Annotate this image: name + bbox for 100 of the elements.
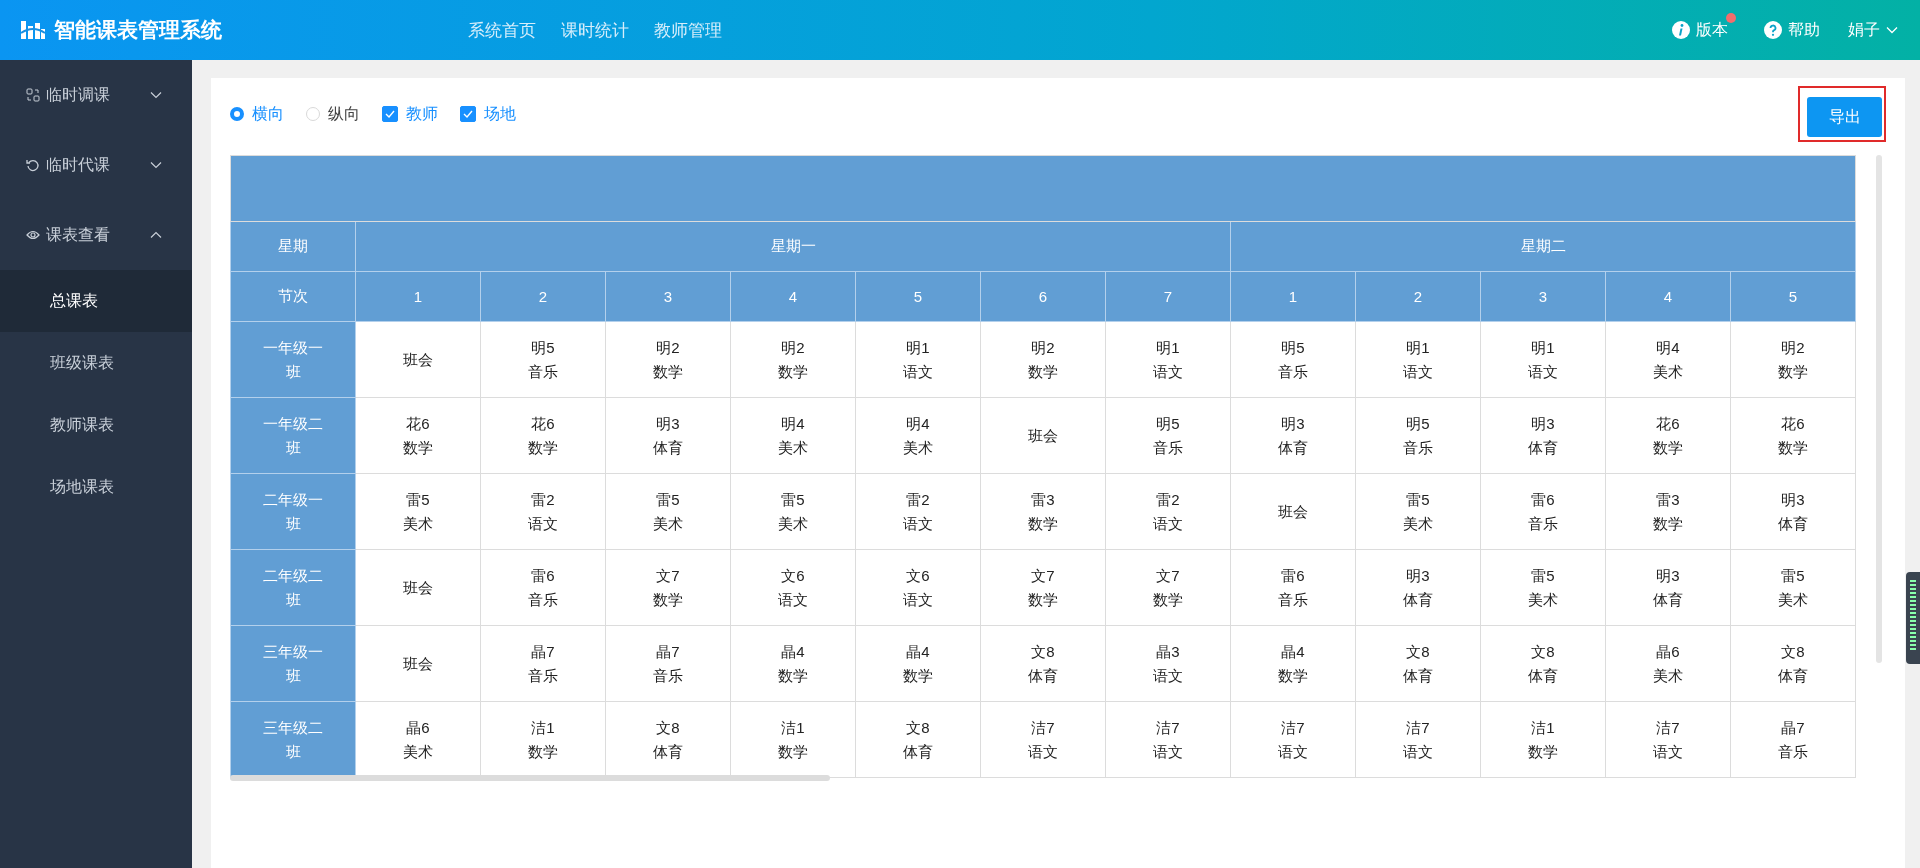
table-cell: 明2 数学	[980, 321, 1106, 398]
table-cell: 雷3 数学	[980, 473, 1106, 550]
sidebar-item[interactable]: 临时调课	[0, 60, 192, 130]
period-header: 1	[1230, 271, 1356, 322]
table-cell: 晶3 语文	[1105, 625, 1231, 702]
table-cell: 明3 体育	[1605, 549, 1731, 626]
checkbox[interactable]	[382, 106, 398, 122]
checkmark-icon	[463, 110, 473, 118]
chevron-down-icon	[150, 161, 162, 169]
vertical-scrollbar[interactable]	[1876, 155, 1882, 663]
table-cell: 花6 数学	[1605, 397, 1731, 474]
app-title: 智能课表管理系统	[54, 17, 222, 43]
table-cell: 洁7 语文	[1230, 701, 1356, 778]
table-cell: 文6 语文	[855, 549, 981, 626]
table-cell: 明2 数学	[730, 321, 856, 398]
table-cell: 雷2 语文	[855, 473, 981, 550]
table-cell: 雷5 美术	[1730, 549, 1856, 626]
table-cell: 文7 数学	[1105, 549, 1231, 626]
table-cell: 文8 体育	[855, 701, 981, 778]
period-header: 7	[1105, 271, 1231, 322]
swap-icon	[26, 88, 40, 102]
table-cell: 晶4 数学	[730, 625, 856, 702]
table-cell: 明3 体育	[605, 397, 731, 474]
table-cell: 班会	[355, 549, 481, 626]
period-header: 6	[980, 271, 1106, 322]
radio-button[interactable]	[230, 107, 244, 121]
table-cell: 雷5 美术	[605, 473, 731, 550]
checkbox-option[interactable]: 教师	[382, 103, 438, 125]
table-cell: 文8 体育	[1355, 625, 1481, 702]
sidebar-subitem[interactable]: 教师课表	[0, 394, 192, 456]
period-header: 3	[1480, 271, 1606, 322]
class-name-cell: 三年级一班	[230, 625, 356, 702]
info-icon	[1672, 21, 1690, 39]
table-cell: 文6 语文	[730, 549, 856, 626]
period-header: 1	[355, 271, 481, 322]
period-header: 4	[1605, 271, 1731, 322]
table-cell: 文8 体育	[980, 625, 1106, 702]
table-cell: 洁7 语文	[980, 701, 1106, 778]
horizontal-scrollbar[interactable]	[230, 775, 830, 781]
table-cell: 洁7 语文	[1355, 701, 1481, 778]
period-header: 3	[605, 271, 731, 322]
table-cell: 雷6 音乐	[1480, 473, 1606, 550]
table-cell: 明4 美术	[1605, 321, 1731, 398]
level-meter-widget[interactable]	[1906, 572, 1920, 664]
table-cell: 文7 数学	[605, 549, 731, 626]
table-cell: 晶4 数学	[1230, 625, 1356, 702]
table-cell: 明5 音乐	[1105, 397, 1231, 474]
table-cell: 明5 音乐	[1355, 397, 1481, 474]
table-cell: 班会	[355, 625, 481, 702]
sidebar-item[interactable]: 临时代课	[0, 130, 192, 200]
chevron-down-icon	[150, 91, 162, 99]
table-cell: 雷6 音乐	[1230, 549, 1356, 626]
table-cell: 花6 数学	[1730, 397, 1856, 474]
nav-link[interactable]: 课时统计	[561, 18, 629, 42]
day-header: 星期一	[355, 221, 1231, 272]
chevron-down-icon	[1886, 26, 1898, 34]
sidebar-subitem[interactable]: 场地课表	[0, 456, 192, 518]
table-cell: 雷5 美术	[355, 473, 481, 550]
radio-option[interactable]: 横向	[230, 103, 284, 125]
eye-icon	[26, 228, 40, 242]
refresh-icon	[26, 158, 40, 172]
sidebar-subitem[interactable]: 班级课表	[0, 332, 192, 394]
table-cell: 雷2 语文	[480, 473, 606, 550]
period-header: 2	[480, 271, 606, 322]
table-cell: 明1 语文	[1355, 321, 1481, 398]
day-header: 星期二	[1230, 221, 1856, 272]
checkbox[interactable]	[460, 106, 476, 122]
table-cell: 洁1 数学	[1480, 701, 1606, 778]
period-header: 4	[730, 271, 856, 322]
logo-icon	[20, 19, 46, 41]
table-cell: 班会	[355, 321, 481, 398]
help-menu[interactable]: 帮助	[1764, 12, 1820, 48]
class-name-cell: 三年级二班	[230, 701, 356, 778]
period-header: 2	[1355, 271, 1481, 322]
table-cell: 文8 体育	[1480, 625, 1606, 702]
checkbox-option[interactable]: 场地	[460, 103, 516, 125]
table-cell: 雷2 语文	[1105, 473, 1231, 550]
user-menu[interactable]: 娟子	[1848, 12, 1898, 48]
table-cell: 班会	[980, 397, 1106, 474]
table-cell: 洁7 语文	[1105, 701, 1231, 778]
nav-link[interactable]: 系统首页	[468, 18, 536, 42]
export-button[interactable]: 导出	[1807, 97, 1882, 137]
table-cell: 晶7 音乐	[1730, 701, 1856, 778]
table-cell: 雷5 美术	[730, 473, 856, 550]
help-icon	[1764, 21, 1782, 39]
table-cell: 明5 音乐	[1230, 321, 1356, 398]
table-cell: 明1 语文	[855, 321, 981, 398]
table-cell: 晶7 音乐	[480, 625, 606, 702]
table-cell: 明2 数学	[1730, 321, 1856, 398]
sidebar-item[interactable]: 课表查看	[0, 200, 192, 270]
table-cell: 晶7 音乐	[605, 625, 731, 702]
version-menu[interactable]: 版本	[1672, 12, 1736, 48]
radio-option[interactable]: 纵向	[306, 103, 360, 125]
class-name-cell: 二年级二班	[230, 549, 356, 626]
period-header: 5	[1730, 271, 1856, 322]
table-cell: 晶4 数学	[855, 625, 981, 702]
sidebar-subitem[interactable]: 总课表	[0, 270, 192, 332]
table-cell: 明1 语文	[1480, 321, 1606, 398]
table-cell: 明3 体育	[1355, 549, 1481, 626]
nav-link[interactable]: 教师管理	[654, 18, 722, 42]
